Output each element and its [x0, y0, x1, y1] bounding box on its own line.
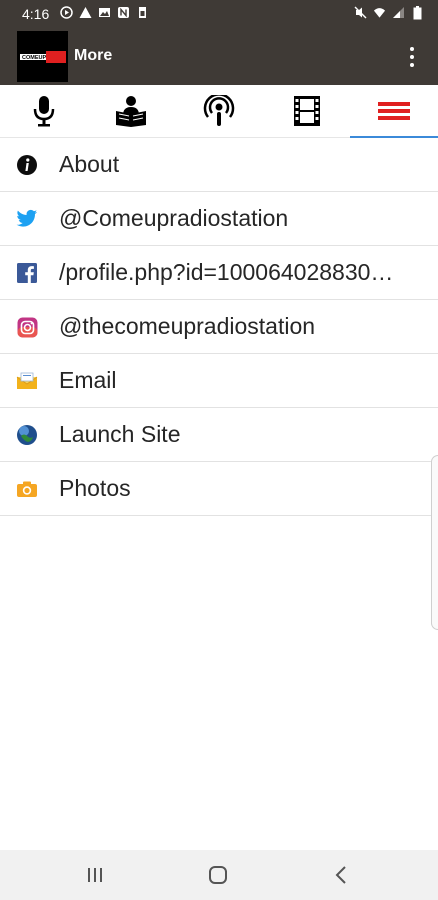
list-item-about[interactable]: About — [0, 138, 438, 192]
status-icons-right — [354, 5, 424, 19]
app-bar: COMEUP More — [0, 29, 438, 85]
recents-icon — [88, 868, 102, 882]
back-button[interactable] — [327, 862, 355, 888]
list-item-label: /profile.php?id=100064028830… — [59, 259, 394, 285]
film-icon — [293, 96, 320, 126]
overflow-dot — [410, 63, 414, 67]
mute-icon — [354, 6, 367, 19]
home-button[interactable] — [204, 862, 232, 888]
list-item-label: Photos — [59, 475, 131, 501]
signal-icon — [392, 6, 405, 19]
app-logo: COMEUP — [17, 31, 68, 82]
list-item-twitter[interactable]: @Comeupradiostation — [0, 192, 438, 246]
info-icon — [16, 154, 38, 176]
play-circle-icon — [60, 6, 73, 19]
list-item-label: @Comeupradiostation — [59, 205, 289, 231]
list-item-label: @thecomeupradiostation — [59, 313, 316, 339]
status-icons-left — [60, 6, 149, 19]
overflow-dot — [410, 55, 414, 59]
logo-text: COMEUP — [22, 55, 46, 61]
warning-icon — [79, 6, 92, 19]
list-item-launch-site[interactable]: Launch Site — [0, 408, 438, 462]
n-badge-icon — [117, 6, 130, 19]
home-icon — [209, 866, 227, 884]
tab-more[interactable] — [350, 85, 438, 138]
reader-icon — [116, 96, 147, 127]
tab-microphone[interactable] — [0, 85, 88, 137]
list-item-label: Email — [59, 367, 117, 393]
podcast-icon — [203, 95, 235, 126]
microphone-icon — [33, 96, 55, 127]
instagram-icon — [16, 316, 38, 338]
page-title: More — [74, 47, 113, 64]
facebook-icon — [16, 262, 38, 284]
sd-card-icon — [136, 6, 149, 19]
edge-panel-handle[interactable] — [431, 455, 438, 630]
overflow-menu-button[interactable] — [402, 43, 422, 71]
list-item-label: Launch Site — [59, 421, 181, 447]
recents-button[interactable] — [81, 862, 109, 888]
tab-podcast[interactable] — [175, 85, 263, 137]
list-item-facebook[interactable]: /profile.php?id=100064028830… — [0, 246, 438, 300]
battery-icon — [411, 5, 424, 19]
email-icon — [16, 370, 38, 392]
status-time: 4:16 — [22, 6, 50, 22]
tab-film[interactable] — [263, 85, 351, 137]
list-item-instagram[interactable]: @thecomeupradiostation — [0, 300, 438, 354]
system-nav-bar — [0, 850, 438, 900]
status-bar: 4:16 — [0, 0, 438, 29]
twitter-icon — [16, 208, 38, 230]
tab-reader[interactable] — [88, 85, 176, 137]
more-list: About @Comeupradiostation /profile.php?i… — [0, 138, 438, 516]
list-item-photos[interactable]: Photos — [0, 462, 438, 516]
wifi-icon — [373, 6, 386, 19]
list-item-email[interactable]: Email — [0, 354, 438, 408]
menu-icon — [378, 102, 411, 120]
overflow-dot — [410, 47, 414, 51]
camera-icon — [16, 478, 38, 500]
globe-icon — [16, 424, 38, 446]
back-icon — [335, 866, 346, 884]
tab-bar — [0, 85, 438, 138]
list-item-label: About — [59, 151, 120, 177]
image-icon — [98, 6, 111, 19]
